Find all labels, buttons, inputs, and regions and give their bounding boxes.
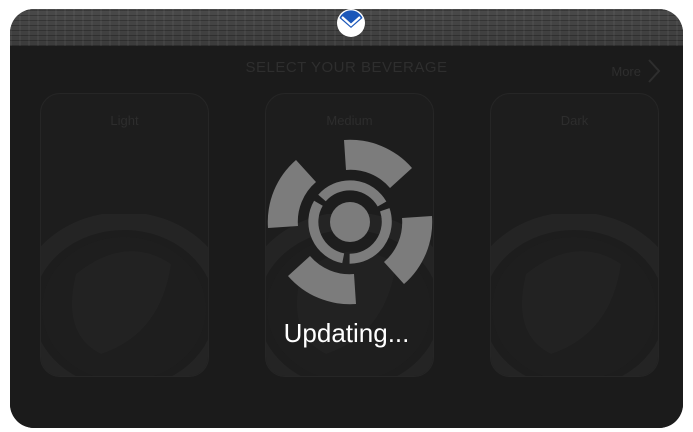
spinner-logo-icon bbox=[267, 139, 433, 305]
updating-overlay: Updating... bbox=[10, 9, 683, 428]
brand-badge-icon bbox=[337, 9, 365, 37]
device-screen: SELECT YOUR BEVERAGE More Light Medium D… bbox=[10, 9, 683, 428]
updating-status-text: Updating... bbox=[283, 318, 410, 348]
